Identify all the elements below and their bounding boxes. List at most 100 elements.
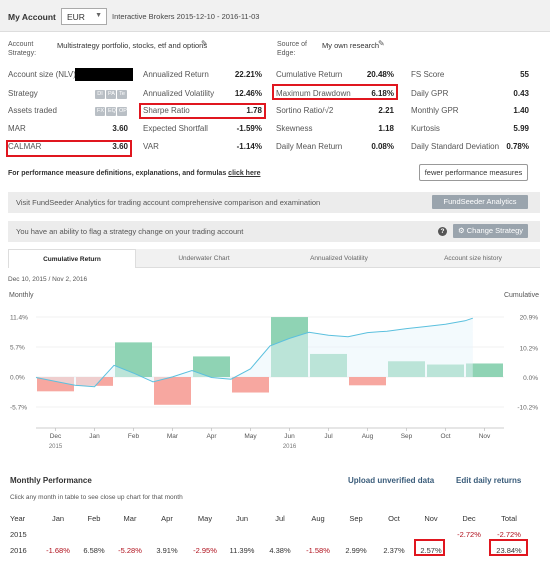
metric-label: Expected Shortfall xyxy=(143,124,208,133)
fundseeder-analytics-button[interactable]: FundSeeder Analytics xyxy=(432,195,528,209)
x-tick-label: Jun xyxy=(284,433,295,440)
edit-daily-returns-link[interactable]: Edit daily returns xyxy=(456,476,521,485)
table-header-cell: Mar xyxy=(123,514,137,523)
analytics-text: Visit FundSeeder Analytics for trading a… xyxy=(16,198,321,207)
highlight-total-2016 xyxy=(489,539,528,556)
metric-label: Cumulative Return xyxy=(276,70,343,79)
fewer-measures-button[interactable]: fewer performance measures xyxy=(419,164,528,181)
month-cell[interactable]: 3.91% xyxy=(149,546,185,555)
table-header-cell: Total xyxy=(501,514,517,523)
chart-date-range: Dec 10, 2015 / Nov 2, 2016 xyxy=(8,276,88,283)
right-tick-label: 10.2% xyxy=(520,345,539,352)
x-tick-label: Feb xyxy=(128,433,140,440)
metric-label: Skewness xyxy=(276,124,313,133)
definitions-link[interactable]: click here xyxy=(228,170,260,177)
currency-value: EUR xyxy=(67,12,85,22)
analytics-band: Visit FundSeeder Analytics for trading a… xyxy=(8,192,540,213)
asset-tag: EQ xyxy=(106,107,116,116)
metric-label: Sortino Ratio/√2 xyxy=(276,106,334,115)
strategy-label: Account Strategy: xyxy=(8,41,37,57)
broker-date-range: Interactive Brokers 2015-12-10 - 2016-11… xyxy=(112,12,260,21)
metric-label: MAR xyxy=(8,124,26,133)
metric-value: 3.60 xyxy=(112,124,128,133)
metric-label: FS Score xyxy=(411,70,445,79)
x-tick-label: Oct xyxy=(440,433,450,440)
table-header-cell: Jun xyxy=(235,514,249,523)
month-cell[interactable]: 2.99% xyxy=(338,546,374,555)
month-cell[interactable]: -1.58% xyxy=(300,546,336,555)
table-header-cell: Nov xyxy=(424,514,438,523)
highlight-max-drawdown xyxy=(272,84,398,100)
table-header-cell: Apr xyxy=(161,514,173,523)
bar-may xyxy=(232,377,269,393)
page-title: My Account xyxy=(8,12,56,22)
x-tick-label: Dec xyxy=(50,433,62,440)
metric-value: -1.14% xyxy=(236,142,262,151)
metric-label: Daily GPR xyxy=(411,89,449,98)
table-header-cell: Oct xyxy=(388,514,400,523)
month-cell[interactable]: 6.58% xyxy=(76,546,112,555)
right-tick-label: -10.2% xyxy=(517,405,538,412)
edge-label: Source of Edge: xyxy=(277,41,307,57)
tab-annualized-volatility[interactable]: Annualized Volatility xyxy=(272,249,406,268)
year-cell: 2016 xyxy=(10,546,27,555)
metric-label: Account size (NLV) xyxy=(8,70,76,79)
edit-strategy-icon[interactable]: ✎ xyxy=(201,39,208,48)
tab-account-size-history[interactable]: Account size history xyxy=(406,249,540,268)
metric-value: 5.99 xyxy=(513,124,529,133)
highlight-nov-2016 xyxy=(414,539,445,556)
month-cell[interactable]: 4.38% xyxy=(262,546,298,555)
month-cell[interactable]: -2.95% xyxy=(187,546,223,555)
tab-cumulative-return[interactable]: Cumulative Return xyxy=(8,249,136,268)
account-header: My Account EUR ▼ Interactive Brokers 201… xyxy=(0,0,550,32)
metric-value: 55 xyxy=(520,70,529,79)
left-tick-label: 5.7% xyxy=(10,345,25,352)
metric-value: -1.59% xyxy=(236,124,262,133)
x-tick-label: Jul xyxy=(324,433,333,440)
x-tick-label: Jan xyxy=(89,433,100,440)
right-tick-label: 20.9% xyxy=(520,315,539,322)
metric-label: VAR xyxy=(143,142,159,151)
x-tick-label: May xyxy=(244,433,257,440)
upload-unverified-link[interactable]: Upload unverified data xyxy=(348,476,434,485)
help-icon[interactable]: ? xyxy=(438,227,447,236)
month-cell[interactable]: -2.72% xyxy=(451,530,487,539)
metric-value: 0.43 xyxy=(513,89,529,98)
table-header-cell: Feb xyxy=(87,514,101,523)
edit-edge-icon[interactable]: ✎ xyxy=(378,39,385,48)
change-strategy-label: Change Strategy xyxy=(466,226,524,235)
month-cell[interactable]: -2.72% xyxy=(491,530,527,539)
table-header-cell: May xyxy=(197,514,213,523)
metric-value: 1.40 xyxy=(513,106,529,115)
gear-icon: ⚙ xyxy=(457,226,465,235)
chart-svg: Dec 10, 2015 / Nov 2, 2016 Monthly Cumul… xyxy=(8,276,539,450)
left-tick-label: 11.4% xyxy=(10,315,28,322)
asset-tag: OP xyxy=(117,107,127,116)
redacted-account-size xyxy=(75,68,133,81)
asset-tag: DI xyxy=(95,90,105,99)
metric-value: 0.08% xyxy=(371,142,394,151)
month-cell[interactable]: -1.68% xyxy=(40,546,76,555)
highlight-calmar xyxy=(6,140,132,157)
year-label-2015: 2015 xyxy=(49,444,63,450)
month-cell[interactable]: 11.39% xyxy=(224,546,260,555)
flag-band: You have an ability to flag a strategy c… xyxy=(8,221,540,242)
table-header-cell: Jan xyxy=(51,514,65,523)
change-strategy-button[interactable]: ⚙ Change Strategy xyxy=(453,224,528,238)
x-tick-label: Aug xyxy=(362,433,374,440)
table-header-cell: Dec xyxy=(462,514,476,523)
metric-label: Monthly GPR xyxy=(411,106,459,115)
metric-value: 1.18 xyxy=(378,124,394,133)
asset-tag: PA xyxy=(106,90,116,99)
table-header-cell: Jul xyxy=(275,514,285,523)
table-header-cell: Sep xyxy=(349,514,363,523)
month-cell[interactable]: 2.37% xyxy=(376,546,412,555)
month-cell[interactable]: -5.28% xyxy=(112,546,148,555)
metric-label: Strategy xyxy=(8,89,38,98)
currency-select[interactable]: EUR ▼ xyxy=(61,8,107,25)
tab-underwater-chart[interactable]: Underwater Chart xyxy=(136,249,272,268)
table-header-cell: Aug xyxy=(311,514,325,523)
metric-label: Daily Mean Return xyxy=(276,142,343,151)
year-label-2016: 2016 xyxy=(283,444,297,450)
x-tick-label: Sep xyxy=(401,433,413,440)
